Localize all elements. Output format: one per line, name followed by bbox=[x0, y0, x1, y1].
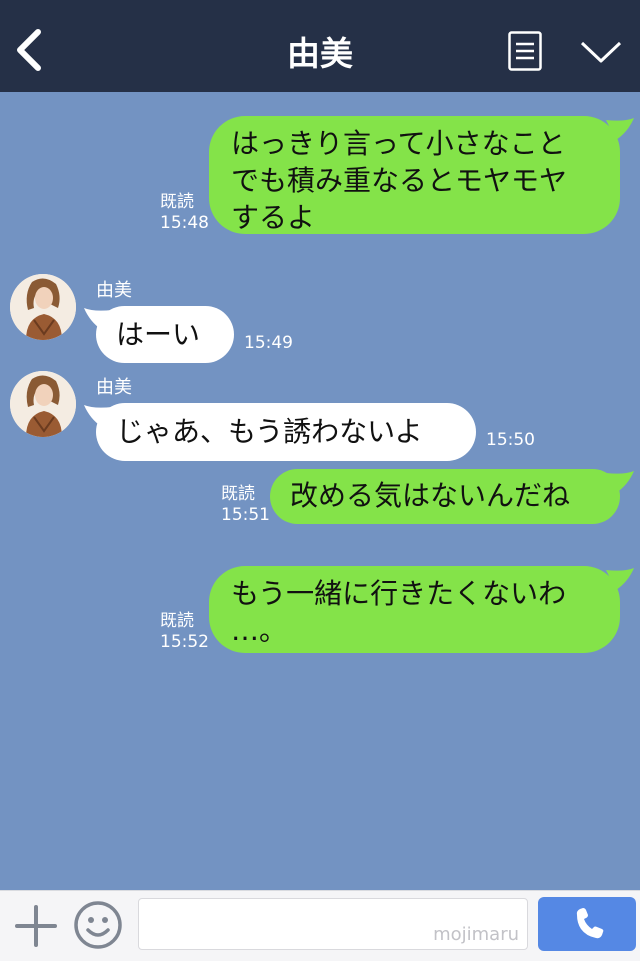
message-bubble-sent[interactable]: もう一緒に行きたくないわ …。 bbox=[209, 566, 620, 653]
avatar-image bbox=[10, 371, 76, 437]
sender-name: 由美 bbox=[96, 280, 132, 301]
chevron-down-icon[interactable] bbox=[580, 39, 622, 65]
message-meta: 既読 15:51 bbox=[221, 484, 270, 526]
message-bubble-sent[interactable]: 改める気はないんだね bbox=[270, 469, 620, 524]
read-status: 既読 bbox=[160, 192, 194, 212]
message-time: 15:52 bbox=[160, 632, 209, 652]
message-time: 15:51 bbox=[221, 505, 270, 525]
plus-icon[interactable] bbox=[14, 904, 58, 948]
avatar[interactable] bbox=[10, 274, 76, 340]
sender-name: 由美 bbox=[96, 377, 132, 398]
avatar[interactable] bbox=[10, 371, 76, 437]
read-status: 既読 bbox=[160, 611, 194, 631]
message-bubble-received[interactable]: はーい bbox=[96, 306, 234, 363]
bubble-tail bbox=[606, 568, 634, 590]
bubble-tail bbox=[606, 471, 634, 493]
message-time: 15:49 bbox=[244, 333, 293, 353]
note-menu-icon[interactable] bbox=[508, 31, 542, 71]
message-time: 15:48 bbox=[160, 213, 209, 233]
message-time: 15:50 bbox=[486, 430, 535, 450]
read-status: 既読 bbox=[221, 484, 255, 504]
chat-title: 由美 bbox=[287, 34, 353, 73]
avatar-image bbox=[10, 274, 76, 340]
message-bubble-received[interactable]: じゃあ、もう誘わないよ bbox=[96, 403, 476, 461]
bubble-tail bbox=[606, 118, 634, 140]
phone-icon bbox=[576, 908, 604, 939]
message-input[interactable]: mojimaru bbox=[138, 898, 528, 950]
watermark: mojimaru bbox=[433, 924, 519, 945]
smiley-icon[interactable] bbox=[73, 900, 123, 950]
message-bubble-sent[interactable]: はっきり言って小さなこと でも積み重なるとモヤモヤ するよ bbox=[209, 116, 620, 234]
call-button[interactable] bbox=[538, 897, 636, 951]
message-meta: 既読 15:52 bbox=[160, 611, 209, 653]
message-meta: 既読 15:48 bbox=[160, 192, 209, 234]
